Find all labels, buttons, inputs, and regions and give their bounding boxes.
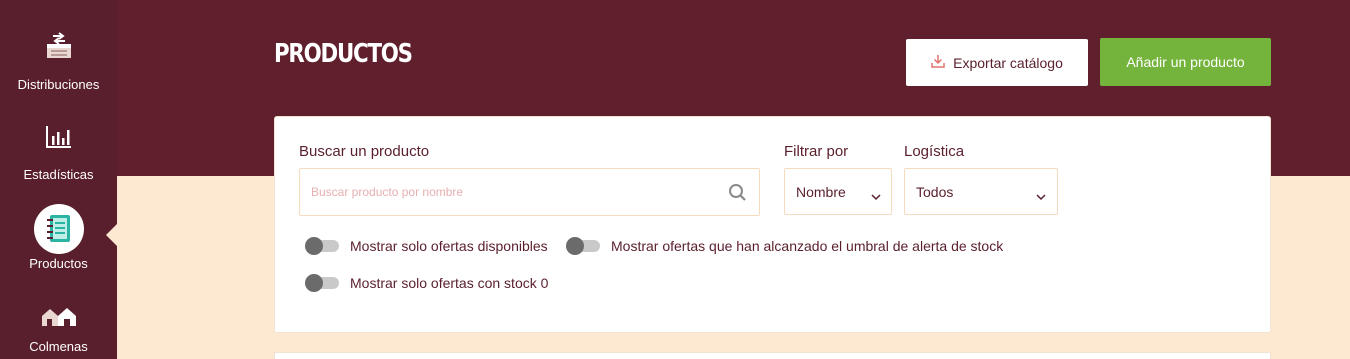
available-offers-toggle[interactable]: [305, 237, 339, 255]
logistics-value: Todos: [916, 183, 954, 200]
export-catalog-button[interactable]: Exportar catálogo: [906, 39, 1088, 86]
sidebar-item-distribuciones[interactable]: Distribuciones: [0, 30, 117, 92]
stock-alert-toggle[interactable]: [566, 237, 600, 255]
search-icon[interactable]: [728, 183, 747, 207]
statistics-icon: [0, 124, 117, 153]
add-product-button[interactable]: Añadir un producto: [1100, 38, 1271, 86]
distribution-icon: [0, 30, 117, 67]
download-icon: [931, 54, 945, 71]
page-title: PRODUCTOS: [274, 39, 413, 69]
hives-icon: [0, 306, 117, 331]
sidebar: Distribuciones Estadísticas Productos Co…: [0, 0, 117, 359]
products-icon: [33, 204, 84, 254]
logistics-select[interactable]: Todos: [904, 168, 1058, 215]
toggle-knob: [566, 237, 584, 255]
sidebar-item-colmenas[interactable]: Colmenas: [0, 306, 117, 354]
search-label: Buscar un producto: [299, 143, 430, 160]
search-box: [299, 168, 760, 216]
chevron-down-icon: [871, 188, 881, 204]
export-catalog-label: Exportar catálogo: [953, 54, 1063, 71]
filter-by-label: Filtrar por: [784, 143, 849, 160]
chevron-down-icon: [1036, 188, 1046, 204]
filter-by-value: Nombre: [796, 183, 846, 200]
toggle-knob: [305, 237, 323, 255]
active-indicator: [106, 224, 117, 246]
sidebar-item-label: Colmenas: [29, 339, 88, 354]
zero-stock-toggle[interactable]: [305, 274, 339, 292]
logistics-label: Logística: [904, 143, 965, 160]
filter-by-select[interactable]: Nombre: [784, 168, 892, 215]
zero-stock-label: Mostrar solo ofertas con stock 0: [350, 275, 549, 291]
search-input[interactable]: [311, 169, 721, 215]
toggle-knob: [305, 274, 323, 292]
product-list-card: [274, 352, 1271, 359]
sidebar-item-label: Estadísticas: [23, 167, 94, 182]
available-offers-label: Mostrar solo ofertas disponibles: [350, 238, 548, 254]
sidebar-item-estadisticas[interactable]: Estadísticas: [0, 124, 117, 182]
sidebar-item-label: Distribuciones: [17, 77, 100, 92]
sidebar-item-label: Productos: [29, 256, 88, 271]
sidebar-item-productos[interactable]: Productos: [0, 204, 117, 271]
stock-alert-label: Mostrar ofertas que han alcanzado el umb…: [611, 238, 1004, 254]
